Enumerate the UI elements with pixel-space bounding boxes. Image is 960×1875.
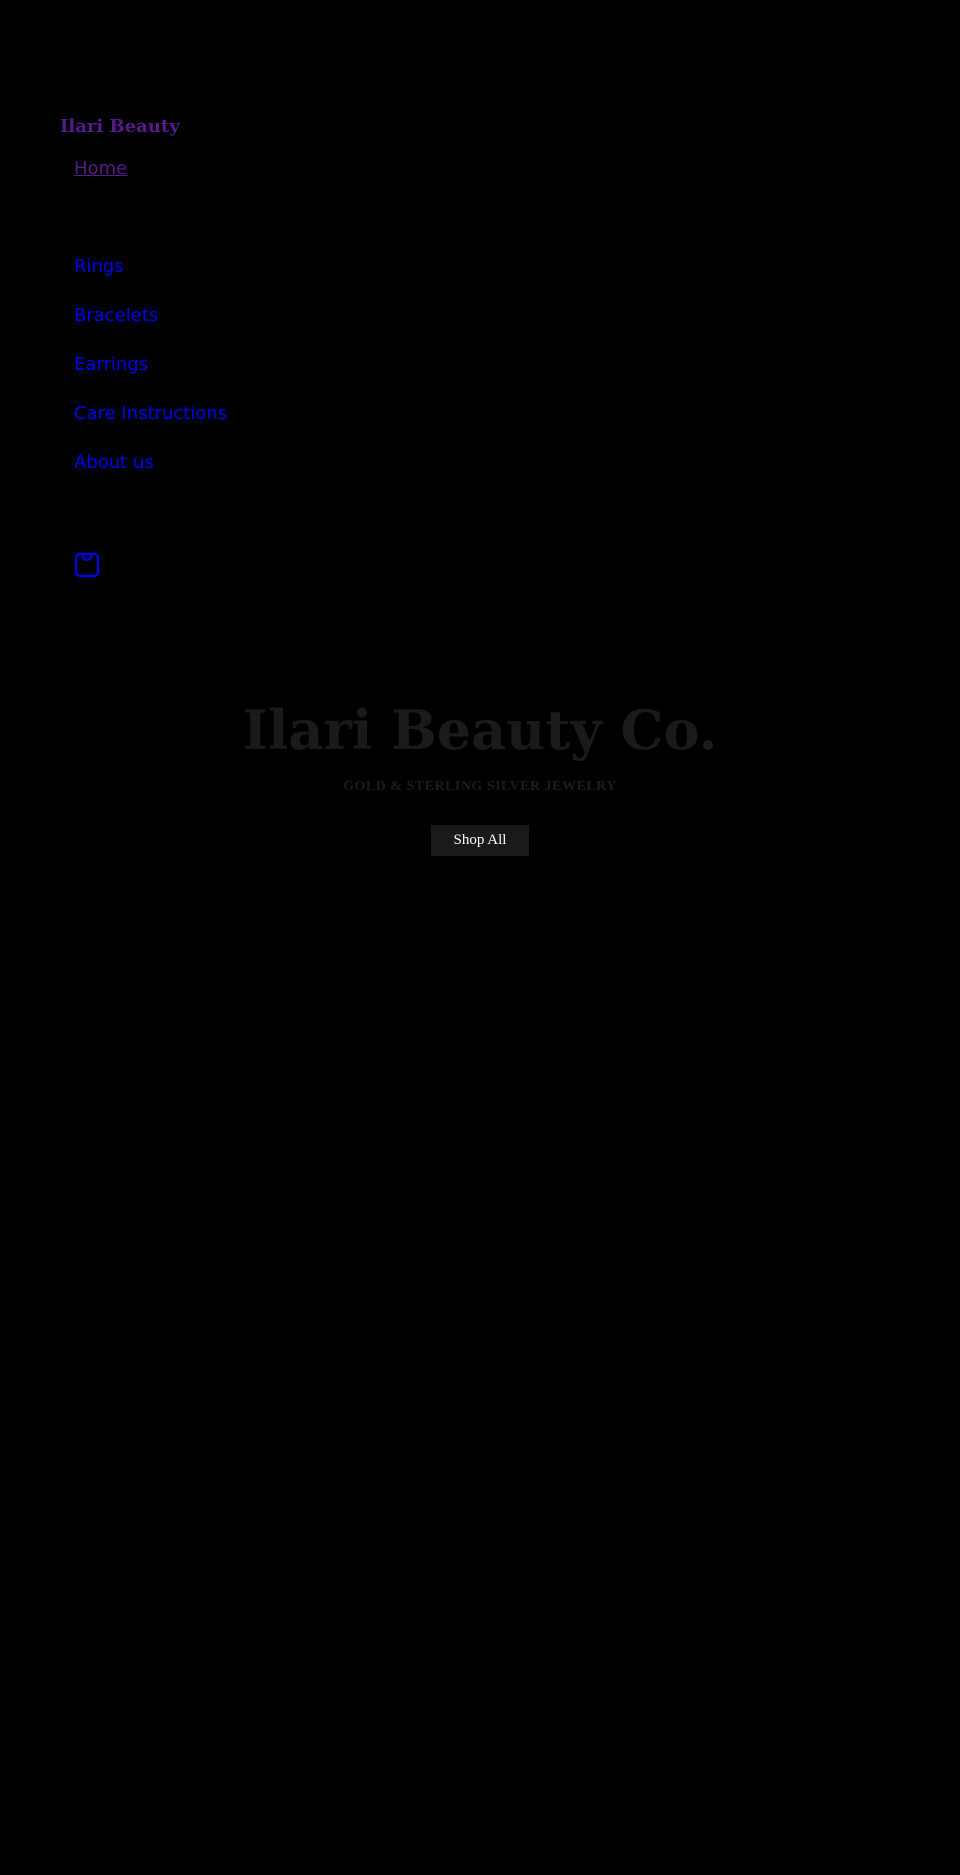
nav-link-care-instructions[interactable]: Care Instructions (74, 402, 227, 426)
shopping-bag-icon (74, 552, 100, 578)
nav-link-rings[interactable]: Rings (74, 255, 124, 279)
hero-subtitle: GOLD & STERLING SILVER JEWELRY (343, 779, 617, 794)
brand-logo-link[interactable]: Ilari Beauty (60, 115, 180, 139)
nav-link-bracelets[interactable]: Bracelets (74, 304, 158, 328)
hero-title: Ilari Beauty Co. (242, 698, 718, 762)
cart-link[interactable] (74, 552, 100, 578)
nav-link-about-us[interactable]: About us (74, 451, 154, 475)
nav-link-earrings[interactable]: Earrings (74, 353, 148, 377)
shop-all-button[interactable]: Shop All (431, 825, 529, 856)
nav-link-home[interactable]: Home (74, 157, 127, 181)
